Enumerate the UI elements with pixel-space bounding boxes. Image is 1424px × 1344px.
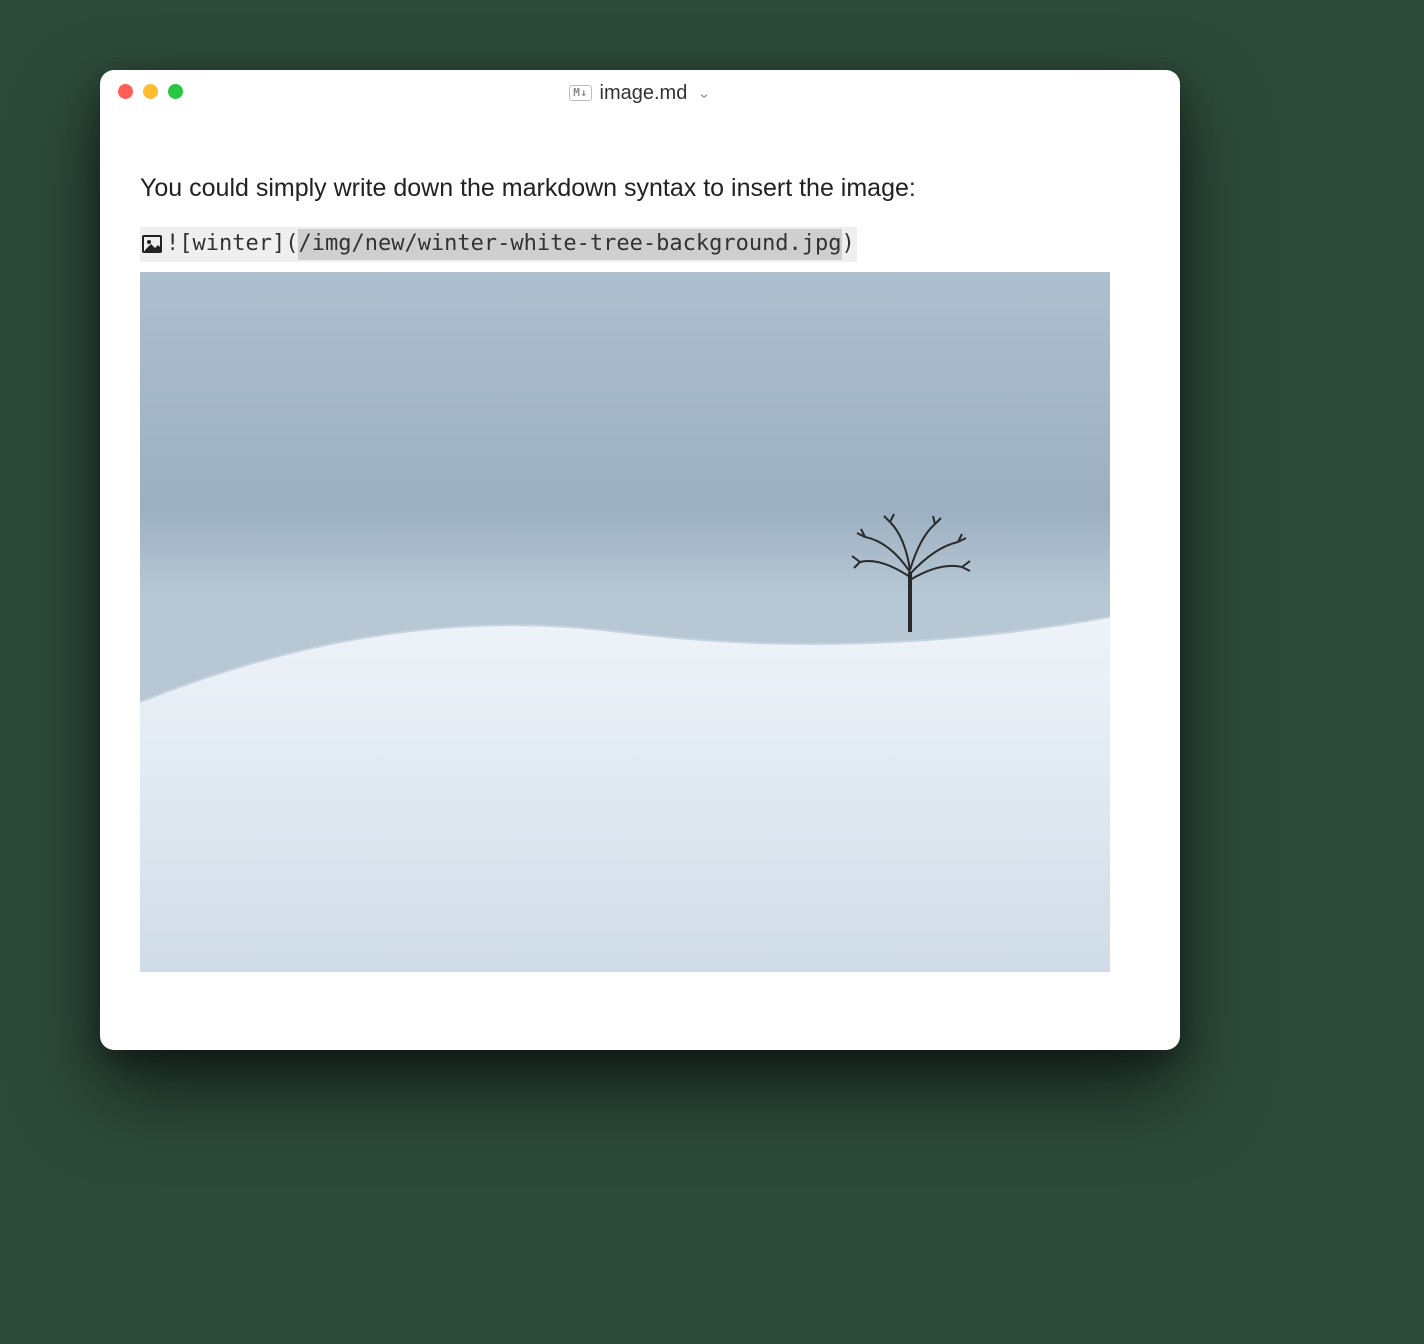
paragraph-text: You could simply write down the markdown… — [140, 174, 1140, 203]
syntax-suffix: ) — [842, 229, 855, 260]
editor-content[interactable]: You could simply write down the markdown… — [100, 116, 1180, 992]
image-icon — [142, 234, 162, 254]
image-preview — [140, 272, 1110, 972]
syntax-alt-text: winter — [193, 229, 272, 260]
syntax-image-path: /img/new/winter-white-tree-background.jp… — [298, 229, 841, 260]
syntax-mid: ]( — [272, 229, 299, 260]
chevron-down-icon[interactable]: ⌄ — [697, 83, 710, 103]
markdown-filetype-icon: M↓ — [569, 85, 591, 101]
traffic-lights — [118, 84, 183, 99]
titlebar: M↓ image.md ⌄ — [100, 70, 1180, 116]
close-button[interactable] — [118, 84, 133, 99]
app-window: M↓ image.md ⌄ You could simply write dow… — [100, 70, 1180, 1050]
title-group[interactable]: M↓ image.md ⌄ — [569, 82, 710, 105]
syntax-prefix: ![ — [166, 229, 193, 260]
document-title: image.md — [600, 82, 688, 105]
zoom-button[interactable] — [168, 84, 183, 99]
markdown-image-syntax[interactable]: ![winter](/img/new/winter-white-tree-bac… — [140, 227, 857, 262]
minimize-button[interactable] — [143, 84, 158, 99]
